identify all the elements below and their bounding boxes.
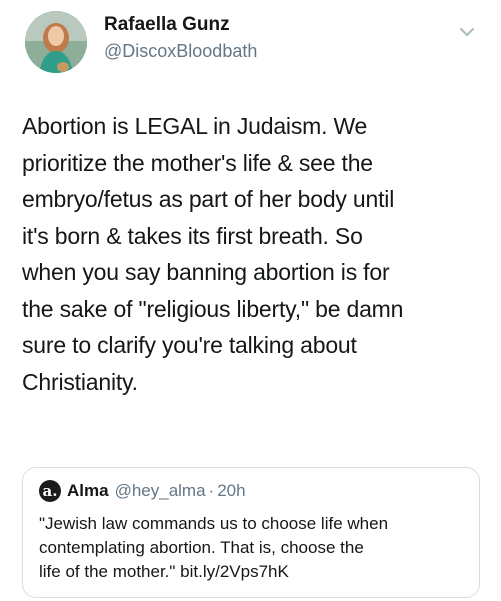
tweet-text-line: prioritize the mother's life & see the	[22, 149, 373, 176]
tweet-card: Rafaella Gunz @DiscoxBloodbath Abortion …	[0, 0, 501, 601]
quoted-author-name[interactable]: Alma	[67, 481, 109, 501]
quoted-tweet-text: "Jewish law commands us to choose life w…	[39, 512, 469, 584]
quoted-tweet[interactable]: a. Alma @hey_alma · 20h "Jewish law comm…	[22, 467, 480, 598]
tweet-text-line: when you say banning abortion is for	[22, 259, 390, 285]
avatar-photo	[25, 11, 87, 73]
quoted-timestamp[interactable]: 20h	[217, 481, 245, 501]
tweet-text-line: the sake of "religious liberty," be damn	[22, 295, 404, 322]
quoted-avatar[interactable]: a.	[39, 480, 61, 502]
chevron-down-icon[interactable]	[459, 26, 475, 38]
tweet-text-line: sure to clarify you're talking about	[22, 332, 357, 358]
quoted-text-line: contemplating abortion. That is, choose …	[39, 538, 364, 557]
avatar[interactable]	[25, 11, 87, 73]
quoted-tweet-header: a. Alma @hey_alma · 20h	[39, 480, 246, 502]
quoted-text-line: "Jewish law commands us to choose life w…	[39, 514, 389, 533]
quoted-text-line: life of the mother." bit.ly/2Vps7hK	[39, 562, 289, 581]
quoted-author-handle[interactable]: @hey_alma	[115, 481, 206, 501]
separator-dot: ·	[208, 481, 215, 500]
tweet-text-line: embryo/fetus as part of her body until	[22, 186, 395, 212]
tweet-text-line: Christianity.	[22, 368, 138, 395]
author-block: Rafaella Gunz @DiscoxBloodbath	[104, 14, 257, 62]
tweet-text: Abortion is LEGAL in Judaism. We priorit…	[22, 108, 492, 400]
tweet-text-line: it's born & takes its first breath. So	[22, 222, 363, 249]
author-handle[interactable]: @DiscoxBloodbath	[104, 40, 257, 62]
tweet-text-line: Abortion is LEGAL in Judaism. We	[22, 113, 368, 139]
author-name[interactable]: Rafaella Gunz	[104, 14, 257, 36]
